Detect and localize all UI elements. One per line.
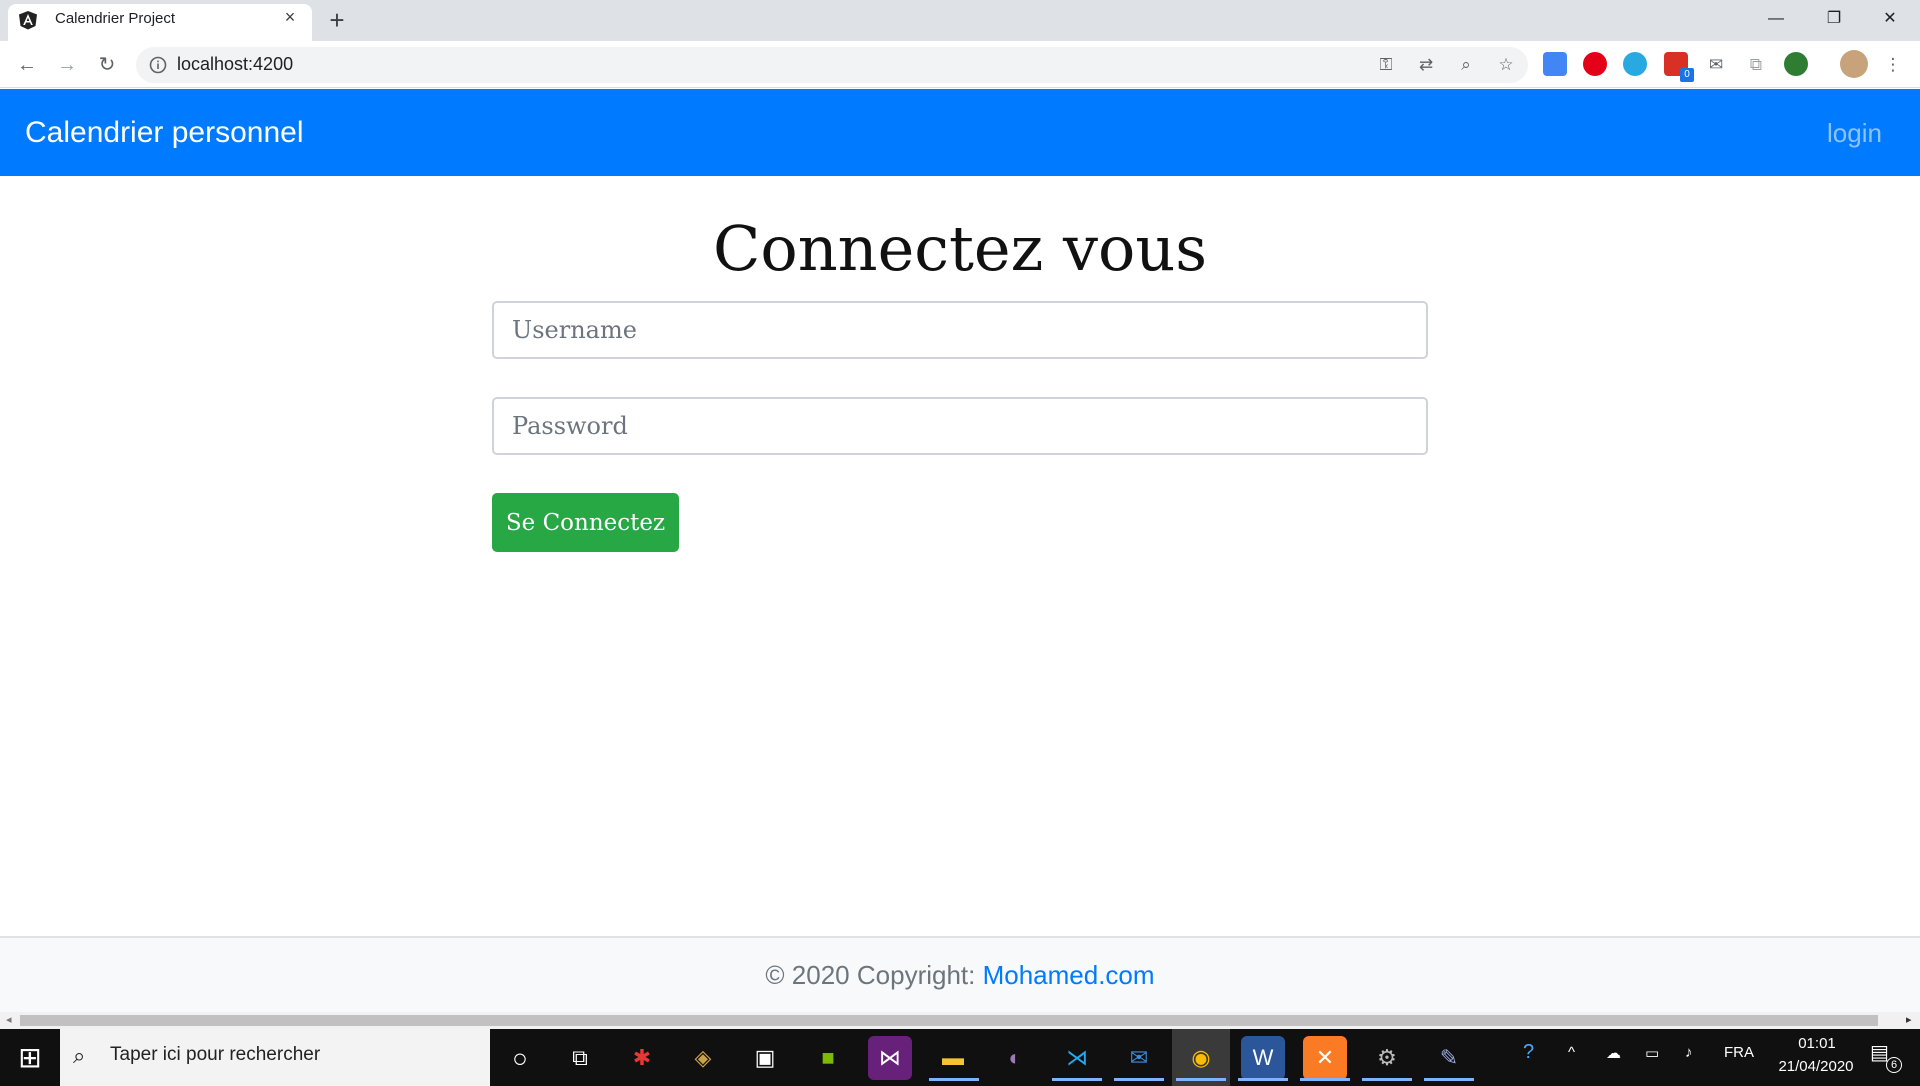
- password-key-icon[interactable]: ⚿: [1373, 52, 1399, 78]
- scroll-right-icon[interactable]: ▸: [1906, 1013, 1912, 1026]
- running-indicator: [1238, 1078, 1288, 1081]
- app-tool-icon[interactable]: ◈: [681, 1036, 725, 1080]
- paint-app-icon[interactable]: ✎: [1427, 1036, 1471, 1080]
- mail-app-icon[interactable]: ✉: [1117, 1036, 1161, 1080]
- address-bar[interactable]: [136, 47, 1528, 83]
- microsoft-store-icon[interactable]: ▣: [743, 1036, 787, 1080]
- back-arrow-icon[interactable]: ←: [12, 50, 42, 80]
- tab-title: Calendrier Project: [55, 10, 176, 27]
- office-app-icon[interactable]: ■: [806, 1036, 850, 1080]
- language-indicator[interactable]: FRA: [1724, 1044, 1754, 1061]
- close-window-button[interactable]: ✕: [1862, 0, 1918, 41]
- task-view-icon[interactable]: ⧉: [558, 1036, 602, 1080]
- opera-extension-icon[interactable]: [1583, 52, 1607, 76]
- clock-time[interactable]: 01:01: [1790, 1035, 1844, 1052]
- chrome-icon[interactable]: ◉: [1179, 1036, 1223, 1080]
- minimize-button[interactable]: —: [1748, 0, 1804, 41]
- scrollbar-thumb[interactable]: [20, 1015, 1878, 1026]
- search-extension-icon[interactable]: [1623, 52, 1647, 76]
- navbar-brand[interactable]: Calendrier personnel: [25, 116, 304, 150]
- volume-icon[interactable]: ♪: [1685, 1044, 1693, 1061]
- new-tab-button[interactable]: +: [322, 6, 352, 36]
- cortana-icon[interactable]: ○: [498, 1036, 542, 1080]
- running-indicator: [929, 1078, 979, 1081]
- vscode-icon[interactable]: ⋊: [1055, 1036, 1099, 1080]
- scroll-left-icon[interactable]: ◂: [6, 1013, 12, 1026]
- extension-badge: 0: [1680, 68, 1694, 82]
- copyright-text: © 2020 Copyright:: [765, 960, 983, 990]
- url-text[interactable]: localhost:4200: [177, 54, 293, 75]
- footer-copyright: © 2020 Copyright: Mohamed.com: [0, 960, 1920, 991]
- clock-date[interactable]: 21/04/2020: [1766, 1058, 1866, 1075]
- running-indicator: [1424, 1078, 1474, 1081]
- reload-icon[interactable]: ↻: [92, 50, 122, 80]
- username-input[interactable]: [492, 301, 1428, 359]
- running-indicator: [1362, 1078, 1412, 1081]
- file-explorer-icon[interactable]: ▬: [931, 1036, 975, 1080]
- site-info-icon[interactable]: [148, 55, 168, 75]
- login-submit-button[interactable]: Se Connectez: [492, 493, 679, 552]
- copyright-link[interactable]: Mohamed.com: [983, 960, 1155, 990]
- settings-gear-icon[interactable]: ⚙: [1365, 1036, 1409, 1080]
- spider-app-icon[interactable]: ✱: [620, 1036, 664, 1080]
- running-indicator: [1300, 1078, 1350, 1081]
- taskbar-search-placeholder[interactable]: Taper ici pour rechercher: [110, 1044, 320, 1066]
- xampp-icon[interactable]: ✕: [1303, 1036, 1347, 1080]
- globe-extension-icon[interactable]: [1784, 52, 1808, 76]
- battery-icon[interactable]: ▭: [1645, 1044, 1659, 1062]
- zoom-icon[interactable]: ⌕: [1453, 52, 1479, 78]
- password-input[interactable]: [492, 397, 1428, 455]
- running-indicator: [1176, 1078, 1226, 1081]
- nav-login-link[interactable]: login: [1827, 118, 1882, 149]
- disabled-extension-icon[interactable]: ⧉: [1743, 52, 1769, 78]
- restore-button[interactable]: ❐: [1806, 0, 1862, 41]
- running-indicator: [1052, 1078, 1102, 1081]
- menu-kebab-icon[interactable]: ⋮: [1880, 52, 1906, 78]
- visual-studio-icon[interactable]: ⋈: [868, 1036, 912, 1080]
- angular-logo-icon: [19, 11, 37, 30]
- search-icon: ⌕: [73, 1043, 86, 1068]
- notification-count-badge: 6: [1886, 1057, 1902, 1073]
- google-translate-extension-icon[interactable]: [1543, 52, 1567, 76]
- envelope-extension-icon[interactable]: ✉: [1703, 52, 1729, 78]
- translate-icon[interactable]: ⇄: [1413, 52, 1439, 78]
- eclipse-icon[interactable]: ◐: [993, 1036, 1037, 1080]
- profile-avatar[interactable]: [1840, 50, 1868, 78]
- running-indicator: [1114, 1078, 1164, 1081]
- chevron-up-icon[interactable]: ^: [1568, 1044, 1575, 1061]
- forward-arrow-icon[interactable]: →: [52, 50, 82, 80]
- page-title: Connectez vous: [712, 212, 1208, 285]
- onedrive-cloud-icon[interactable]: ☁: [1606, 1044, 1621, 1062]
- bookmark-star-icon[interactable]: ☆: [1493, 52, 1519, 78]
- windows-start-icon[interactable]: ⊞: [0, 1029, 60, 1086]
- word-icon[interactable]: W: [1241, 1036, 1285, 1080]
- tab-close-icon[interactable]: ×: [280, 7, 300, 27]
- help-icon[interactable]: ?: [1523, 1041, 1534, 1064]
